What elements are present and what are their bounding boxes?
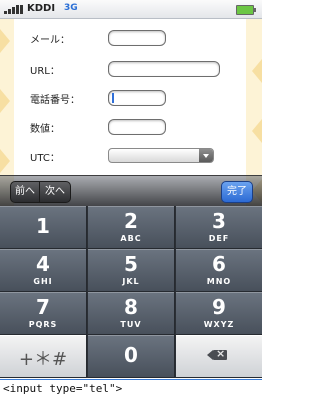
key-letters: DEF [208,234,230,243]
key-letters: ABC [120,234,142,243]
phone-field[interactable] [108,90,166,106]
key-letters: MNO [206,277,232,286]
key-5[interactable]: 5 JKL [88,249,175,292]
form-row-email: メール： [14,28,246,48]
email-label: メール： [30,35,70,46]
carrier-name: KDDI [27,3,56,14]
url-field[interactable] [108,61,220,77]
key-letters: WXYZ [203,320,235,329]
email-field[interactable] [108,30,166,46]
key-digit: 6 [212,252,226,276]
status-bar: KDDI 3G [0,0,262,19]
key-2[interactable]: 2 ABC [88,206,175,249]
form-row-phone: 電話番号： [14,88,246,108]
caption-text: <input type="tel"> [3,382,123,395]
key-6[interactable]: 6 MNO [176,249,262,292]
signal-strength-icon [4,5,24,14]
phone-screen: KDDI 3G メール： URL： 電話番号： 数値： UTC： 前へ 次へ 完… [0,0,262,378]
caption-divider [0,379,262,380]
form-row-utc: UTC： [14,146,246,166]
key-letters: PQRS [28,320,58,329]
key-digit: 3 [212,209,226,233]
key-digit: 1 [36,214,50,238]
key-symbols-label: +＊# [18,349,68,370]
key-letters: GHI [33,277,53,286]
input-accessory-toolbar: 前へ 次へ 完了 [0,175,262,207]
key-letters: JKL [122,277,140,286]
delete-key[interactable] [176,335,262,378]
key-digit: 9 [212,295,226,319]
key-7[interactable]: 7 PQRS [0,292,87,335]
key-letters: TUV [120,320,142,329]
phone-keypad: 1 2 ABC 3 DEF 4 GHI 5 JKL 6 MNO 7 PQRS 8… [0,206,262,378]
key-1[interactable]: 1 [0,206,87,249]
network-type: 3G [64,3,78,13]
next-button[interactable]: 次へ [39,181,71,203]
key-digit: 7 [36,295,50,319]
key-digit: 2 [124,209,138,233]
chevron-down-icon [199,149,213,162]
key-digit: 8 [124,295,138,319]
key-symbols[interactable]: +＊# [0,335,87,378]
key-9[interactable]: 9 WXYZ [176,292,262,335]
key-0[interactable]: 0 [88,335,175,378]
text-caret [112,93,114,103]
form-row-url: URL： [14,59,246,79]
key-digit: 0 [124,343,138,367]
phone-label: 電話番号： [30,95,80,106]
backspace-icon [207,347,227,360]
key-8[interactable]: 8 TUV [88,292,175,335]
form-row-number: 数値： [14,117,246,137]
battery-icon [236,5,256,15]
utc-label: UTC： [30,153,60,164]
number-label: 数値： [30,124,60,135]
key-digit: 4 [36,252,50,276]
previous-button[interactable]: 前へ [10,181,40,203]
url-label: URL： [30,66,60,77]
key-digit: 5 [124,252,138,276]
key-3[interactable]: 3 DEF [176,206,262,249]
number-field[interactable] [108,119,166,135]
done-button[interactable]: 完了 [221,181,253,203]
utc-select[interactable] [108,148,214,163]
key-4[interactable]: 4 GHI [0,249,87,292]
